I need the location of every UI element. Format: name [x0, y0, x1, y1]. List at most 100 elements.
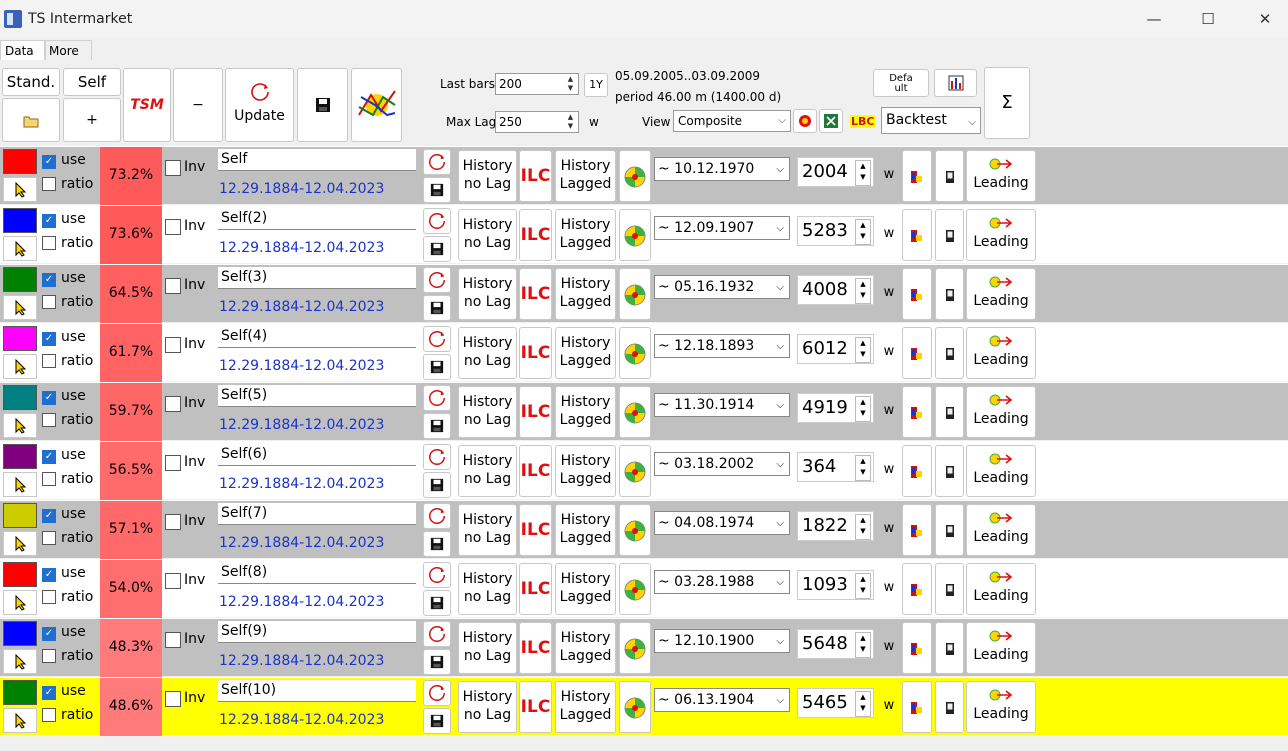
series-color-swatch[interactable]	[3, 208, 37, 233]
update-button[interactable]: Update	[225, 68, 294, 142]
series-color-swatch[interactable]	[3, 385, 37, 410]
ilc-button[interactable]: ILC	[519, 209, 552, 261]
save-series-button[interactable]	[423, 472, 451, 498]
series-color-swatch[interactable]	[3, 621, 37, 646]
use-checkbox[interactable]: ✓	[42, 214, 56, 228]
tsm-button[interactable]: TSM	[123, 68, 171, 142]
compare-chart-button[interactable]	[902, 150, 932, 202]
use-checkbox[interactable]: ✓	[42, 509, 56, 523]
leading-button[interactable]: Leading	[966, 150, 1036, 202]
ilc-button[interactable]: ILC	[519, 563, 552, 615]
lag-date-select[interactable]: ~ 04.08.1974 ⌵	[654, 511, 790, 535]
lag-value-input[interactable]: 4919 ▲ ▼	[797, 393, 874, 423]
history-lagged-button[interactable]: History Lagged	[555, 504, 616, 556]
lag-value-input[interactable]: 2004 ▲ ▼	[797, 157, 874, 187]
compare-chart-button[interactable]	[902, 445, 932, 497]
lag-spinner[interactable]: ▲ ▼	[855, 396, 871, 422]
lag-spinner[interactable]: ▲ ▼	[855, 337, 871, 363]
chart-view-button[interactable]	[351, 68, 402, 142]
use-checkbox[interactable]: ✓	[42, 686, 56, 700]
leading-button[interactable]: Leading	[966, 504, 1036, 556]
history-no-lag-button[interactable]: History no Lag	[458, 268, 517, 320]
history-no-lag-button[interactable]: History no Lag	[458, 209, 517, 261]
select-series-button[interactable]	[3, 531, 37, 556]
ilc-button[interactable]: ILC	[519, 150, 552, 202]
lag-date-select[interactable]: ~ 11.30.1914 ⌵	[654, 393, 790, 417]
use-checkbox[interactable]: ✓	[42, 627, 56, 641]
select-series-button[interactable]	[3, 354, 37, 379]
lag-spinner[interactable]: ▲ ▼	[855, 455, 871, 481]
target-button[interactable]	[619, 563, 651, 615]
compare-chart-button[interactable]	[902, 622, 932, 674]
lag-spinner[interactable]: ▲ ▼	[855, 573, 871, 599]
save-series-button[interactable]	[423, 708, 451, 734]
target-button[interactable]	[619, 150, 651, 202]
invert-checkbox[interactable]	[165, 455, 181, 471]
history-no-lag-button[interactable]: History no Lag	[458, 681, 517, 733]
save-series-button[interactable]	[423, 590, 451, 616]
series-name-field[interactable]: Self(7)	[218, 503, 416, 525]
history-lagged-button[interactable]: History Lagged	[555, 386, 616, 438]
leading-button[interactable]: Leading	[966, 268, 1036, 320]
ilc-button[interactable]: ILC	[519, 622, 552, 674]
select-series-button[interactable]	[3, 295, 37, 320]
lag-spinner[interactable]: ▲ ▼	[855, 691, 871, 717]
lag-spinner[interactable]: ▲ ▼	[855, 632, 871, 658]
target-button[interactable]	[619, 268, 651, 320]
compare-chart-button[interactable]	[902, 268, 932, 320]
lag-value-input[interactable]: 5283 ▲ ▼	[797, 216, 874, 246]
color-settings-button[interactable]	[793, 109, 817, 133]
ilc-button[interactable]: ILC	[519, 681, 552, 733]
ilc-button[interactable]: ILC	[519, 504, 552, 556]
save-series-button[interactable]	[423, 295, 451, 321]
refresh-series-button[interactable]	[423, 208, 451, 234]
leading-button[interactable]: Leading	[966, 622, 1036, 674]
compare-chart-button[interactable]	[902, 681, 932, 733]
save-series-button[interactable]	[423, 413, 451, 439]
series-color-swatch[interactable]	[3, 149, 37, 174]
invert-checkbox[interactable]	[165, 337, 181, 353]
refresh-series-button[interactable]	[423, 621, 451, 647]
one-year-button[interactable]: 1Y	[584, 73, 608, 97]
device-button[interactable]	[935, 150, 964, 202]
save-series-button[interactable]	[423, 236, 451, 262]
series-name-field[interactable]: Self	[218, 149, 416, 171]
default-button[interactable]: Defa ult	[873, 69, 929, 97]
leading-button[interactable]: Leading	[966, 209, 1036, 261]
ratio-checkbox[interactable]	[42, 354, 56, 368]
sum-button[interactable]: Σ	[984, 67, 1030, 139]
target-button[interactable]	[619, 504, 651, 556]
lag-value-input[interactable]: 5648 ▲ ▼	[797, 629, 874, 659]
series-name-field[interactable]: Self(10)	[218, 680, 416, 702]
lag-date-select[interactable]: ~ 03.18.2002 ⌵	[654, 452, 790, 476]
standard-button[interactable]: Stand.	[2, 68, 60, 96]
history-lagged-button[interactable]: History Lagged	[555, 681, 616, 733]
open-folder-button[interactable]	[2, 98, 60, 142]
save-series-button[interactable]	[423, 531, 451, 557]
series-color-swatch[interactable]	[3, 326, 37, 351]
compare-chart-button[interactable]	[902, 504, 932, 556]
ratio-checkbox[interactable]	[42, 531, 56, 545]
ilc-button[interactable]: ILC	[519, 445, 552, 497]
ilc-button[interactable]: ILC	[519, 268, 552, 320]
ratio-checkbox[interactable]	[42, 649, 56, 663]
self-button[interactable]: Self	[63, 68, 121, 96]
target-button[interactable]	[619, 386, 651, 438]
history-no-lag-button[interactable]: History no Lag	[458, 327, 517, 379]
target-button[interactable]	[619, 445, 651, 497]
leading-button[interactable]: Leading	[966, 386, 1036, 438]
device-button[interactable]	[935, 386, 964, 438]
target-button[interactable]	[619, 622, 651, 674]
leading-button[interactable]: Leading	[966, 563, 1036, 615]
device-button[interactable]	[935, 681, 964, 733]
compare-chart-button[interactable]	[902, 386, 932, 438]
lag-value-input[interactable]: 5465 ▲ ▼	[797, 688, 874, 718]
use-checkbox[interactable]: ✓	[42, 155, 56, 169]
series-name-field[interactable]: Self(5)	[218, 385, 416, 407]
lag-date-select[interactable]: ~ 12.09.1907 ⌵	[654, 216, 790, 240]
select-series-button[interactable]	[3, 472, 37, 497]
select-series-button[interactable]	[3, 590, 37, 615]
use-checkbox[interactable]: ✓	[42, 273, 56, 287]
lag-spinner[interactable]: ▲ ▼	[855, 219, 871, 245]
use-checkbox[interactable]: ✓	[42, 332, 56, 346]
